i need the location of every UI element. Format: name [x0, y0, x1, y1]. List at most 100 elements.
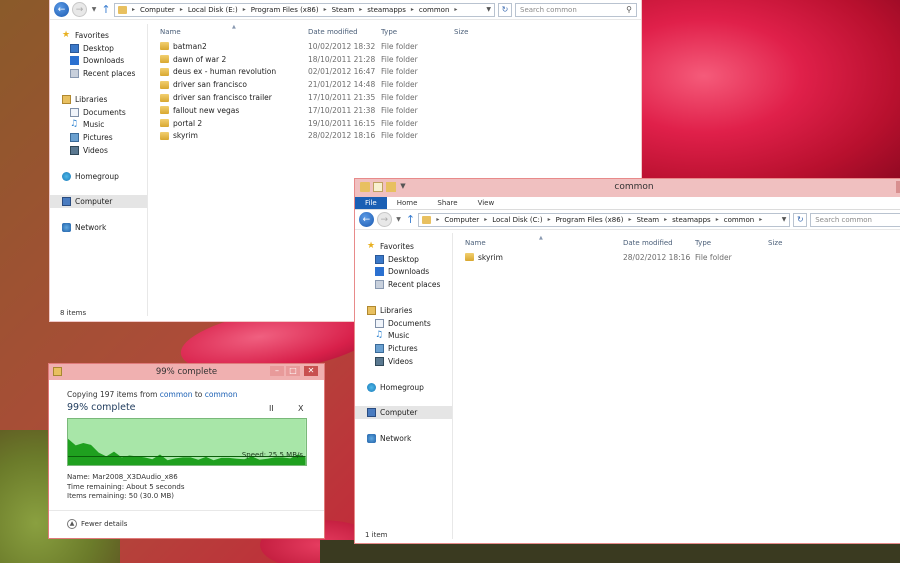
folder-icon	[160, 106, 169, 115]
breadcrumb-item[interactable]: steamapps	[672, 216, 711, 224]
nav-music[interactable]: ♫ Music	[355, 330, 452, 343]
nav-libraries[interactable]: Libraries	[50, 93, 147, 106]
tab-share[interactable]: Share	[427, 197, 467, 209]
file-name: dawn of war 2	[173, 54, 227, 64]
dialog-footer: ▲ Fewer details	[49, 510, 324, 538]
chevron-up-icon: ▲	[67, 519, 77, 529]
nav-downloads[interactable]: Downloads	[50, 55, 147, 68]
breadcrumb-item[interactable]: Local Disk (E:)	[188, 6, 238, 14]
nav-desktop[interactable]: Desktop	[355, 253, 452, 266]
nav-computer[interactable]: Computer	[355, 406, 452, 420]
back-icon[interactable]: ←	[54, 2, 69, 17]
minimize-button[interactable]	[896, 181, 900, 193]
up-icon[interactable]: ↑	[101, 3, 111, 16]
column-date-modified[interactable]: Date modified	[308, 28, 381, 36]
explorer-window-c-drive[interactable]: ▼ common File Home Share View ← → ▼ ↑ ▸ …	[354, 178, 900, 544]
nav-homegroup[interactable]: Homegroup	[50, 170, 147, 183]
refresh-icon[interactable]: ↻	[498, 2, 512, 17]
column-type[interactable]: Type	[381, 28, 454, 36]
back-icon[interactable]: ←	[359, 212, 374, 227]
nav-pictures[interactable]: Pictures	[50, 131, 147, 144]
file-row[interactable]: dawn of war 2 18/10/2011 21:28 File folder	[150, 53, 641, 66]
tab-view[interactable]: View	[468, 197, 505, 209]
file-row[interactable]: skyrim 28/02/2012 18:16 File folder	[455, 251, 900, 264]
dialog-title-bar[interactable]: 99% complete – □ ✕	[49, 364, 324, 380]
nav-downloads[interactable]: Downloads	[355, 266, 452, 279]
breadcrumb-item[interactable]: Steam	[332, 6, 355, 14]
breadcrumb-item[interactable]: steamapps	[367, 6, 406, 14]
file-row[interactable]: portal 2 19/10/2011 16:15 File folder	[150, 117, 641, 130]
downloads-icon	[375, 267, 384, 277]
column-size[interactable]: Size	[768, 239, 808, 247]
nav-music[interactable]: ♫ Music	[50, 119, 147, 132]
destination-folder-link[interactable]: common	[205, 390, 238, 399]
nav-network[interactable]: Network	[50, 221, 147, 234]
nav-documents[interactable]: Documents	[355, 317, 452, 330]
nav-recent-places[interactable]: Recent places	[50, 67, 147, 80]
source-folder-link[interactable]: common	[160, 390, 193, 399]
up-icon[interactable]: ↑	[406, 213, 416, 226]
forward-icon[interactable]: →	[376, 212, 392, 227]
recent-locations-icon[interactable]: ▼	[395, 216, 403, 223]
nav-desktop[interactable]: Desktop	[50, 42, 147, 55]
recent-locations-icon[interactable]: ▼	[90, 6, 98, 13]
search-input[interactable]: Search common	[810, 212, 900, 227]
column-size[interactable]: Size	[454, 28, 494, 36]
chevron-down-icon[interactable]: ▼	[486, 6, 491, 13]
search-icon[interactable]: ⚲	[626, 5, 632, 14]
column-type[interactable]: Type	[695, 239, 768, 247]
breadcrumb-item[interactable]: Program Files (x86)	[251, 6, 319, 14]
nav-favorites[interactable]: ★ Favorites	[355, 240, 452, 253]
file-row[interactable]: skyrim 28/02/2012 18:16 File folder	[150, 130, 641, 143]
refresh-icon[interactable]: ↻	[793, 212, 808, 227]
file-date: 10/02/2012 18:32	[308, 41, 376, 51]
breadcrumb-item[interactable]: common	[724, 216, 755, 224]
tab-home[interactable]: Home	[387, 197, 428, 209]
breadcrumb-item[interactable]: Steam	[636, 216, 659, 224]
breadcrumb-item[interactable]: Computer	[140, 6, 175, 14]
libraries-icon	[62, 94, 71, 104]
file-row[interactable]: driver san francisco 21/01/2012 14:48 File…	[150, 78, 641, 91]
breadcrumb[interactable]: ▸ Computer ▸ Local Disk (E:) ▸ Program F…	[114, 2, 495, 17]
file-row[interactable]: driver san francisco trailer 17/10/2011 2…	[150, 91, 641, 104]
nav-computer[interactable]: Computer	[50, 195, 147, 209]
column-headers: ▲ Name Date modified Type Size	[150, 24, 641, 40]
column-name[interactable]: Name	[150, 28, 308, 36]
nav-videos[interactable]: Videos	[50, 144, 147, 157]
nav-homegroup[interactable]: Homegroup	[355, 381, 452, 394]
close-button[interactable]: ✕	[304, 366, 318, 376]
title-bar[interactable]: ▼ common	[355, 179, 900, 197]
cancel-button[interactable]: X	[298, 404, 303, 413]
fewer-details-button[interactable]: ▲ Fewer details	[67, 519, 127, 529]
nav-network[interactable]: Network	[355, 432, 452, 445]
nav-pictures[interactable]: Pictures	[355, 342, 452, 355]
breadcrumb-item[interactable]: common	[419, 6, 450, 14]
copy-progress-dialog[interactable]: 99% complete – □ ✕ Copying 197 items fro…	[48, 363, 325, 539]
network-icon	[367, 433, 376, 443]
breadcrumb[interactable]: ▸ Computer ▸ Local Disk (C:) ▸ Program F…	[418, 212, 791, 227]
wallpaper-flower-top	[620, 0, 900, 190]
tab-file[interactable]: File	[355, 197, 387, 209]
breadcrumb-item[interactable]: Computer	[444, 216, 479, 224]
file-list: ▲ Name Date modified Type Size skyrim 28/…	[455, 235, 900, 264]
documents-icon	[70, 107, 79, 117]
maximize-button[interactable]: □	[286, 366, 300, 376]
nav-libraries[interactable]: Libraries	[355, 304, 452, 317]
file-row[interactable]: fallout new vegas 17/10/2011 21:38 File fo…	[150, 104, 641, 117]
nav-favorites[interactable]: ★ Favorites	[50, 29, 147, 42]
chevron-down-icon[interactable]: ▼	[782, 216, 787, 223]
column-date-modified[interactable]: Date modified	[623, 239, 695, 247]
breadcrumb-item[interactable]: Local Disk (C:)	[492, 216, 542, 224]
pause-button[interactable]: II	[269, 404, 274, 413]
search-input[interactable]: Search common ⚲	[515, 2, 637, 17]
breadcrumb-item[interactable]: Program Files (x86)	[556, 216, 624, 224]
minimize-button[interactable]: –	[270, 366, 284, 376]
recent-places-icon	[375, 280, 384, 290]
network-icon	[62, 222, 71, 232]
nav-documents[interactable]: Documents	[50, 106, 147, 119]
file-row[interactable]: deus ex - human revolution 02/01/2012 16:…	[150, 66, 641, 79]
nav-recent-places[interactable]: Recent places	[355, 278, 452, 291]
nav-videos[interactable]: Videos	[355, 355, 452, 368]
forward-icon[interactable]: →	[72, 2, 87, 17]
file-row[interactable]: batman2 10/02/2012 18:32 File folder	[150, 40, 641, 53]
